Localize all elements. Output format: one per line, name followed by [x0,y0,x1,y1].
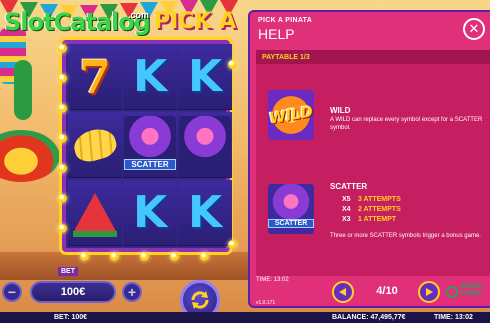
watermelon-icon [73,192,117,237]
help-footer: TIME: 13:02 v1.0.171 4/10 GREEN GAMES [250,277,490,308]
bet-panel: − 100€ + [2,278,156,306]
sombrero-decoration [0,130,60,182]
help-game-name: PICK A PINATA [258,17,313,24]
bet-label: BET [58,267,78,276]
paytable-header: PAYTABLE 1/3 [256,50,490,64]
pay-attempts: 1 ATTEMPT [357,216,397,223]
symbol-k: K [178,180,232,246]
reel-2: K SCATTER K [123,44,177,248]
pinata-icon: SCATTER [124,115,176,174]
symbol-k: K [178,44,232,110]
k-icon: K [187,187,223,238]
game-logo: SlotCatalog .com PICK A [4,8,244,38]
k-icon: K [132,51,168,102]
symbol-seven: 7 [68,44,122,110]
pay-multiplier: X3 [342,216,351,223]
seven-icon: 7 [78,49,111,104]
watermark-suffix: .com [128,10,150,20]
light-bulb [58,104,67,113]
floor-decoration [0,252,250,280]
pay-attempts: 3 ATTEMPTS [357,196,401,203]
provider-name-line2: GAMES [460,291,483,297]
symbol-banana [68,112,122,178]
help-title: HELP [258,26,295,42]
light-bulb [58,164,67,173]
symbol-k: K [123,44,177,110]
pinata-icon [179,115,231,174]
scatter-pay-row: X4 2 ATTEMPTS [342,206,401,213]
scatter-pay-row: X5 3 ATTEMPTS [342,196,401,203]
wild-icon-label: WILD [267,102,315,128]
symbol-watermelon [68,180,122,246]
reel-3: K K [178,44,232,248]
wild-description: A WILD can replace every symbol except f… [330,117,483,131]
help-time: TIME: 13:02 [256,277,289,283]
scatter-pay-row: X3 1 ATTEMPT [342,216,396,223]
version-label: v1.0.171 [256,300,276,306]
scatter-description: Three or more SCATTER symbols trigger a … [330,233,481,239]
bet-value: 100€ [30,281,116,303]
light-bulb [80,252,89,261]
reels-grid: 7 K SCATTER K K K [62,40,232,252]
paytable-section: PAYTABLE 1/3 WILD WILD A WILD can replac… [256,50,490,276]
banana-icon [70,124,120,165]
wild-title: WILD [330,106,351,115]
close-icon[interactable]: ✕ [463,18,485,40]
light-bulb [228,240,237,249]
scatter-label: SCATTER [124,158,176,170]
help-panel: PICK A PINATA HELP ✕ PAYTABLE 1/3 WILD W… [248,10,490,308]
provider-logo: GREEN GAMES [446,284,490,304]
pay-attempts: 2 ATTEMPTS [357,206,401,213]
light-bulb [140,252,149,261]
status-balance: BALANCE: 47,495,77€ [332,314,406,321]
next-page-button[interactable] [418,281,440,303]
light-bulb [58,224,67,233]
bet-decrease-button[interactable]: − [2,282,22,302]
chevron-left-icon [339,288,346,296]
scatter-title: SCATTER [330,182,368,191]
status-bar: BET: 100€ BALANCE: 47,495,77€ TIME: 13:0… [0,312,490,323]
chevron-right-icon [426,288,433,296]
light-bulb [110,252,119,261]
light-bulb [200,252,209,261]
symbol-pinata [178,112,232,178]
bet-increase-button[interactable]: + [122,282,142,302]
provider-logo-text: GREEN GAMES [460,284,482,298]
status-bet: BET: 100€ [54,314,88,321]
scatter-icon-label: SCATTER [268,219,314,228]
pay-multiplier: X5 [342,196,351,203]
k-icon: K [187,51,223,102]
prev-page-button[interactable] [332,281,354,303]
status-time: TIME: 13:02 [434,314,473,321]
pay-multiplier: X4 [342,206,351,213]
provider-logo-icon [446,286,458,298]
scatter-symbol-icon: SCATTER [268,184,314,234]
light-bulb [228,60,237,69]
page-indicator: 4/10 [376,285,398,297]
light-bulb [170,252,179,261]
light-bulb [58,44,67,53]
spin-arrows-icon [191,291,209,309]
wild-symbol-icon: WILD [268,90,314,140]
symbol-scatter: SCATTER [123,112,177,178]
reel-1: 7 [68,44,122,248]
k-icon: K [132,187,168,238]
light-bulb [58,74,67,83]
symbol-k: K [123,180,177,246]
help-header: PICK A PINATA HELP ✕ [250,12,490,48]
light-bulb [58,134,67,143]
cactus-decoration [14,60,32,120]
provider-name-line1: GREEN [460,284,482,290]
light-bulb [58,194,67,203]
game-title-text: PICK A [154,9,237,34]
